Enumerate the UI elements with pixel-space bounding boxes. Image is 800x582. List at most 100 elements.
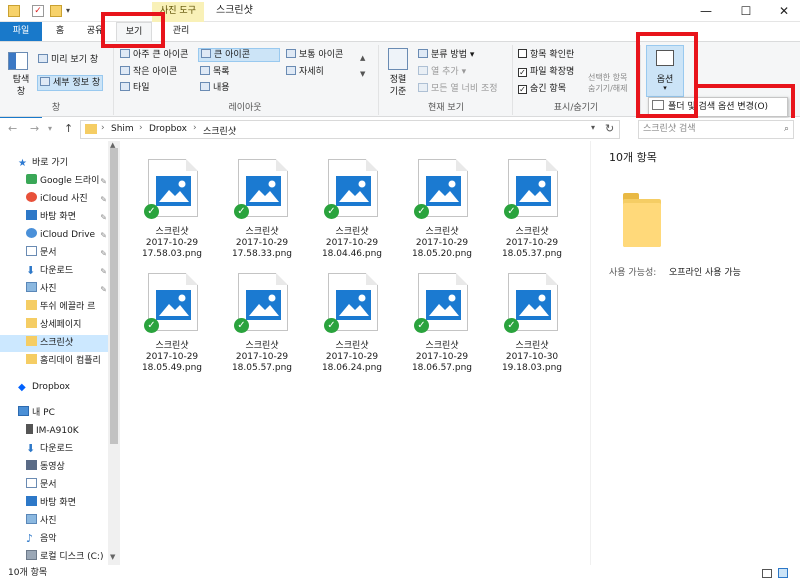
close-button[interactable]: ✕	[766, 0, 800, 22]
file-name: 스크린샷 2017-10-29 18.05.37.png	[490, 227, 574, 260]
forward-arrow-icon[interactable]: →	[30, 122, 39, 135]
navigation-pane-button[interactable]: 탐색 창	[8, 74, 34, 98]
details-view-icon[interactable]	[762, 569, 772, 578]
nav-item-dropbox[interactable]: ◆ Dropbox	[0, 379, 108, 396]
file-item[interactable]: ✓ 스크린샷 2017-10-29 18.05.20.png	[400, 147, 484, 259]
picture-thumbnail-icon	[426, 290, 461, 320]
layout-tiles[interactable]: 타일	[120, 82, 150, 94]
picture-thumbnail-icon	[336, 290, 371, 320]
layout-scroll-up-icon[interactable]: ▲	[360, 52, 365, 64]
nav-item-label: 문서	[40, 248, 57, 258]
layout-extra-large-icons[interactable]: 아주 큰 아이콘	[120, 49, 188, 61]
navigation-pane: ★ 바로 가기 Google 드라이 ✎ iCloud 사진 ✎ 바탕 화면 ✎ iCl…	[0, 141, 120, 565]
large-icons-view-icon[interactable]	[778, 568, 788, 578]
navigation-pane-icon	[8, 52, 28, 70]
address-bar[interactable]: › Shim › Dropbox › 스크린샷 ▾ ↻	[80, 120, 620, 139]
nav-item-pictures[interactable]: 사진	[0, 513, 108, 530]
maximize-button[interactable]: ☐	[728, 0, 764, 22]
file-item[interactable]: ✓ 스크린샷 2017-10-30 19.18.03.png	[490, 261, 574, 373]
folder-icon	[26, 318, 37, 328]
layout-content[interactable]: 내용	[200, 82, 230, 94]
nav-item-folder[interactable]: 홈리데이 컴플리	[0, 353, 108, 370]
nav-item-this-pc[interactable]: 내 PC	[0, 405, 108, 422]
disk-icon	[26, 550, 37, 560]
details-pane-button[interactable]: 세부 정보 창	[37, 75, 104, 91]
hide-selected-button[interactable]: 선택한 항목 숨기기/해제	[588, 72, 640, 94]
nav-item-folder[interactable]: 상세페이지	[0, 317, 108, 334]
breadcrumb-screenshots[interactable]: 스크린샷	[203, 124, 236, 137]
nav-item-local-disk[interactable]: 로컬 디스크 (C:)	[0, 549, 108, 565]
breadcrumb-dropbox[interactable]: Dropbox	[149, 124, 187, 134]
nav-item-icloud-photos[interactable]: iCloud 사진 ✎	[0, 191, 108, 208]
pin-icon: ✎	[100, 231, 107, 240]
video-icon	[26, 460, 37, 470]
scroll-down-icon[interactable]: ▼	[110, 553, 115, 561]
google-drive-icon	[26, 174, 37, 184]
sort-button[interactable]: 정렬 기준	[384, 74, 412, 98]
tab-manage[interactable]: 관리	[160, 22, 202, 41]
tiles-icon	[120, 82, 130, 91]
breadcrumb-shim[interactable]: Shim	[111, 124, 134, 134]
music-icon: ♪	[26, 532, 34, 545]
search-input[interactable]: 스크린샷 검색 ⌕	[638, 120, 794, 139]
up-arrow-icon[interactable]: ↑	[64, 122, 73, 135]
scrollbar-thumb[interactable]	[110, 148, 118, 444]
nav-item-desktop[interactable]: 바탕 화면 ✎	[0, 209, 108, 226]
file-item[interactable]: ✓ 스크린샷 2017-10-29 18.04.46.png	[310, 147, 394, 259]
properties-icon[interactable]: ✓	[32, 5, 44, 17]
nav-item-label: 상세페이지	[40, 320, 82, 330]
fit-columns-button[interactable]: 모든 열 너비 조정	[418, 83, 498, 95]
nav-item-label: 로컬 디스크 (C:)	[40, 552, 104, 562]
layout-list[interactable]: 목록	[200, 66, 230, 78]
file-name: 스크린샷 2017-10-29 18.06.57.png	[400, 341, 484, 374]
chevron-down-icon[interactable]: ▾	[66, 5, 78, 17]
nav-item-folder[interactable]: 뚜쉬 에끌라 르	[0, 299, 108, 316]
nav-item-music[interactable]: ♪ 음악	[0, 531, 108, 548]
nav-item-icloud-drive[interactable]: iCloud Drive ✎	[0, 227, 108, 244]
preview-pane-button[interactable]: 미리 보기 창	[38, 54, 98, 66]
nav-item-videos[interactable]: 동영상	[0, 459, 108, 476]
nav-item-phone[interactable]: IM-A910K	[0, 423, 108, 440]
layout-label: 타일	[133, 83, 150, 93]
add-columns-button[interactable]: 열 추가 ▾	[418, 66, 466, 78]
nav-item-documents[interactable]: 문서 ✎	[0, 245, 108, 262]
file-extensions-toggle[interactable]: ✓ 파일 확장명	[518, 66, 574, 78]
nav-item-quick-access[interactable]: ★ 바로 가기	[0, 155, 108, 172]
address-dropdown-icon[interactable]: ▾	[591, 123, 595, 132]
recent-chevron-icon[interactable]: ▾	[48, 124, 52, 133]
item-checkboxes-toggle[interactable]: 항목 확인란	[518, 49, 574, 61]
layout-medium-icons[interactable]: 보통 아이콘	[286, 49, 343, 61]
layout-small-icons[interactable]: 작은 아이콘	[120, 66, 177, 78]
layout-details[interactable]: 자세히	[286, 66, 324, 78]
file-item[interactable]: ✓ 스크린샷 2017-10-29 18.06.24.png	[310, 261, 394, 373]
nav-item-screenshots[interactable]: 스크린샷	[0, 335, 108, 352]
tab-home[interactable]: 홈	[48, 22, 72, 41]
back-arrow-icon[interactable]: ←	[8, 122, 17, 135]
nav-item-label: 다운로드	[40, 266, 74, 276]
layout-large-icons[interactable]: 큰 아이콘	[198, 48, 280, 62]
file-item[interactable]: ✓ 스크린샷 2017-10-29 17.58.03.png	[130, 147, 214, 259]
refresh-icon[interactable]: ↻	[605, 122, 614, 135]
file-date-line: 2017-10-29	[415, 352, 469, 362]
star-icon: ★	[18, 158, 27, 169]
file-item[interactable]: ✓ 스크린샷 2017-10-29 18.05.49.png	[130, 261, 214, 373]
file-item[interactable]: ✓ 스크린샷 2017-10-29 18.05.37.png	[490, 147, 574, 260]
layout-scroll-down-icon[interactable]: ▼	[360, 68, 365, 80]
group-by-button[interactable]: 분류 방법 ▾	[418, 49, 474, 61]
extra-large-icons-icon	[120, 49, 130, 58]
nav-item-desktop[interactable]: 바탕 화면	[0, 495, 108, 512]
file-item[interactable]: ✓ 스크린샷 2017-10-29 17.58.33.png	[220, 147, 304, 259]
new-folder-icon[interactable]	[50, 5, 62, 17]
mountain-icon	[429, 294, 459, 316]
nav-item-downloads[interactable]: ⬇ 다운로드 ✎	[0, 263, 108, 280]
file-item[interactable]: ✓ 스크린샷 2017-10-29 18.05.57.png	[220, 261, 304, 373]
nav-item-documents[interactable]: 문서	[0, 477, 108, 494]
nav-item-downloads[interactable]: ⬇ 다운로드	[0, 441, 108, 458]
hidden-items-toggle[interactable]: ✓ 숨긴 항목	[518, 83, 566, 95]
nav-item-google-drive[interactable]: Google 드라이 ✎	[0, 173, 108, 190]
minimize-button[interactable]: —	[688, 0, 724, 22]
search-icon: ⌕	[783, 124, 789, 134]
nav-item-pictures[interactable]: 사진 ✎	[0, 281, 108, 298]
file-item[interactable]: ✓ 스크린샷 2017-10-29 18.06.57.png	[400, 261, 484, 374]
large-icons-icon	[201, 49, 211, 58]
